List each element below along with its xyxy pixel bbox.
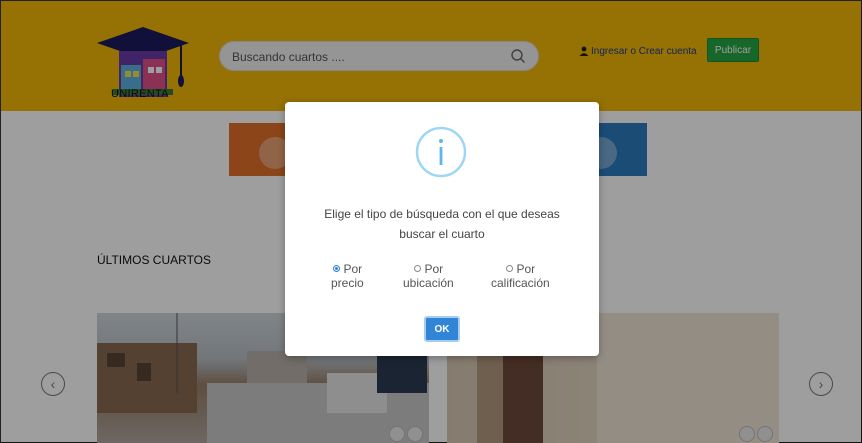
option-label: ubicación (403, 276, 454, 290)
ok-button[interactable]: OK (424, 316, 460, 342)
option-location[interactable]: Por ubicación (403, 262, 454, 290)
option-label: precio (331, 276, 364, 290)
option-label: calificación (491, 276, 550, 290)
dialog-message-line: Elige el tipo de búsqueda con el que des… (324, 207, 560, 221)
dialog-message: Elige el tipo de búsqueda con el que des… (305, 204, 579, 244)
dialog-message-line: buscar el cuarto (399, 227, 485, 241)
radio-icon[interactable] (413, 265, 421, 272)
search-type-options: Por precio Por ubicación Por calificació… (313, 262, 573, 292)
radio-selected-icon[interactable] (332, 265, 340, 272)
option-label: Por (424, 262, 444, 276)
search-type-dialog: Elige el tipo de búsqueda con el que des… (285, 102, 599, 356)
option-rating[interactable]: Por calificación (491, 262, 550, 290)
info-icon (415, 126, 467, 178)
option-label: Por (516, 262, 536, 276)
radio-icon[interactable] (505, 265, 513, 272)
option-label: Por (343, 262, 363, 276)
option-price[interactable]: Por precio (331, 262, 364, 290)
